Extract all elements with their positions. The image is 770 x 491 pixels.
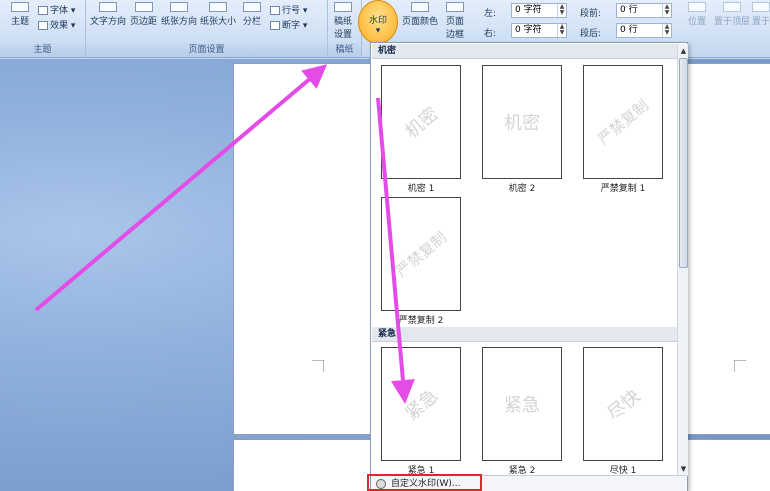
arrow-to-watermark xyxy=(34,64,328,312)
arrow-to-custom-watermark xyxy=(376,97,415,404)
annotation-overlay xyxy=(34,64,415,404)
